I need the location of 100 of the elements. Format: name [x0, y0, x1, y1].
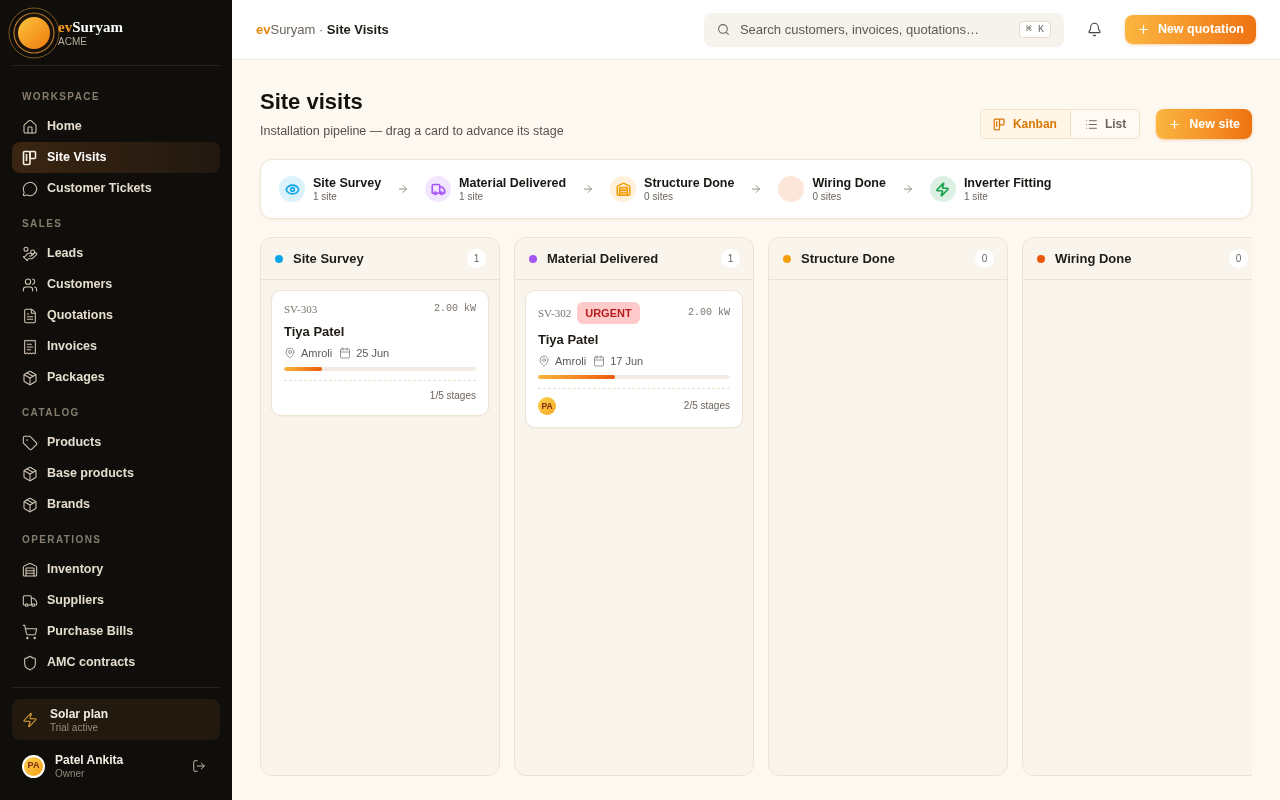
chat-bubble-icon	[22, 180, 38, 197]
nav-item[interactable]: Leads	[12, 238, 220, 269]
nav-item[interactable]: Brands	[12, 489, 220, 520]
column-title: Site Survey	[293, 249, 364, 268]
visit-date: 17 Jun	[610, 354, 644, 369]
stage-progress-text: 1/5 stages	[429, 389, 476, 403]
home-icon	[22, 118, 38, 135]
system-capacity: 2.00 kW	[434, 302, 476, 316]
view-tab[interactable]: List	[1069, 110, 1140, 138]
site-location: Amroli	[301, 346, 333, 361]
card-count: 1	[467, 249, 486, 268]
card-count: 0	[1229, 249, 1248, 268]
board-icon	[992, 117, 1006, 131]
customer-name: Tiya Patel	[284, 323, 346, 341]
arrow-icon	[397, 183, 410, 195]
stage-count: 1 site	[313, 191, 338, 203]
stage-count: 0 sites	[812, 191, 843, 203]
stage-count: 0 sites	[644, 191, 674, 203]
organization-name: ACME	[58, 35, 88, 48]
nav-item[interactable]: Invoices	[12, 331, 220, 362]
lightning-icon	[929, 176, 956, 202]
nav-item[interactable]: Inventory	[12, 554, 220, 585]
map-pin-icon	[284, 347, 296, 359]
stage-name: Wiring Done	[812, 175, 886, 191]
nav-item[interactable]: Customers	[12, 269, 220, 300]
nav-item[interactable]: AMC contracts	[12, 647, 220, 678]
warehouse-icon	[610, 176, 637, 202]
receipt-icon	[22, 338, 38, 355]
stage-name: Site Survey	[313, 175, 382, 191]
plan-card[interactable]: Solar plan Trial active	[12, 699, 220, 740]
card-count: 1	[721, 249, 740, 268]
user-role: Owner	[55, 768, 86, 780]
site-location: Amroli	[555, 354, 587, 369]
stage-progress-text: 2/5 stages	[683, 399, 730, 413]
calendar-icon	[339, 347, 352, 359]
page-title: Site visits	[260, 88, 364, 116]
document-icon	[22, 307, 38, 324]
sun-logo	[8, 6, 60, 59]
eye-icon	[279, 176, 305, 202]
card-count: 0	[975, 249, 994, 268]
user-avatar: PA	[22, 754, 45, 778]
plan-title: Solar plan	[50, 705, 108, 722]
hand-coins-icon	[22, 245, 38, 262]
visit-id: SV-302	[538, 306, 572, 320]
keyboard-shortcut: ⌘ K	[1018, 21, 1051, 38]
stage-count: 1 site	[963, 191, 989, 203]
tag-icon	[22, 434, 38, 451]
nav-item[interactable]: Purchase Bills	[12, 616, 220, 647]
column-title: Structure Done	[801, 249, 895, 268]
brand-name: evSuryam	[58, 17, 123, 36]
assignee-avatar: PA	[538, 397, 556, 415]
notifications-bell-icon[interactable]	[1086, 22, 1102, 37]
arrow-icon	[901, 183, 914, 195]
search-icon	[716, 23, 730, 36]
arrow-icon	[582, 183, 595, 195]
map-pin-icon	[538, 355, 550, 367]
nav-item[interactable]: Suppliers	[12, 585, 220, 616]
cart-icon	[22, 623, 38, 640]
stage-name: Material Delivered	[459, 175, 567, 191]
column-title: Wiring Done	[1055, 249, 1132, 268]
box-icon	[22, 369, 38, 386]
warehouse-icon	[22, 561, 38, 578]
page-subtitle: Installation pipeline — drag a card to advance its stage	[260, 123, 564, 139]
nav-item[interactable]: Site Visits	[12, 142, 220, 173]
visit-id: SV-303	[284, 302, 318, 316]
board-icon	[22, 149, 38, 166]
site-visit-card[interactable]: SV-302 URGENT 2.00 kW Tiya Patel Amroli 17 Jun PA 2/5 stages	[525, 290, 743, 428]
lightning-icon	[22, 711, 38, 728]
user-name: Patel Ankita	[55, 752, 124, 768]
section-label: WORKSPACE	[21, 91, 101, 103]
plus-icon	[1168, 117, 1182, 131]
list-icon	[1084, 117, 1098, 131]
box-icon	[22, 465, 38, 482]
logout-icon[interactable]	[192, 759, 206, 773]
nav-item[interactable]: Packages	[12, 362, 220, 393]
nav-item[interactable]: Products	[12, 427, 220, 458]
stage-name: Structure Done	[644, 175, 735, 191]
nav-item[interactable]: Quotations	[12, 300, 220, 331]
box-icon	[22, 496, 38, 513]
nav-item[interactable]: Base products	[12, 458, 220, 489]
users-icon	[22, 276, 38, 293]
plus-icon	[1136, 23, 1150, 36]
arrow-icon	[750, 183, 763, 195]
section-label: OPERATIONS	[21, 534, 103, 546]
column-title: Material Delivered	[547, 249, 659, 268]
plan-status: Trial active	[50, 721, 99, 734]
visit-date: 25 Jun	[356, 346, 390, 361]
urgent-tag: URGENT	[577, 302, 640, 324]
stage-name: Inverter Fitting	[963, 175, 1052, 191]
breadcrumb: evSuryam · Site Visits	[256, 20, 389, 39]
nav-item[interactable]: Home	[12, 111, 220, 142]
truck-icon	[22, 592, 38, 609]
site-visit-card[interactable]: SV-303 2.00 kW Tiya Patel Amroli 25 Jun 1/5 stages	[271, 290, 489, 416]
section-label: CATALOG	[21, 407, 81, 419]
nav-item[interactable]: Customer Tickets	[12, 173, 220, 204]
shield-icon	[22, 654, 38, 671]
customer-name: Tiya Patel	[538, 331, 600, 349]
section-label: SALES	[21, 218, 64, 230]
truck-icon	[425, 176, 452, 202]
stage-count: 1 site	[459, 191, 484, 203]
